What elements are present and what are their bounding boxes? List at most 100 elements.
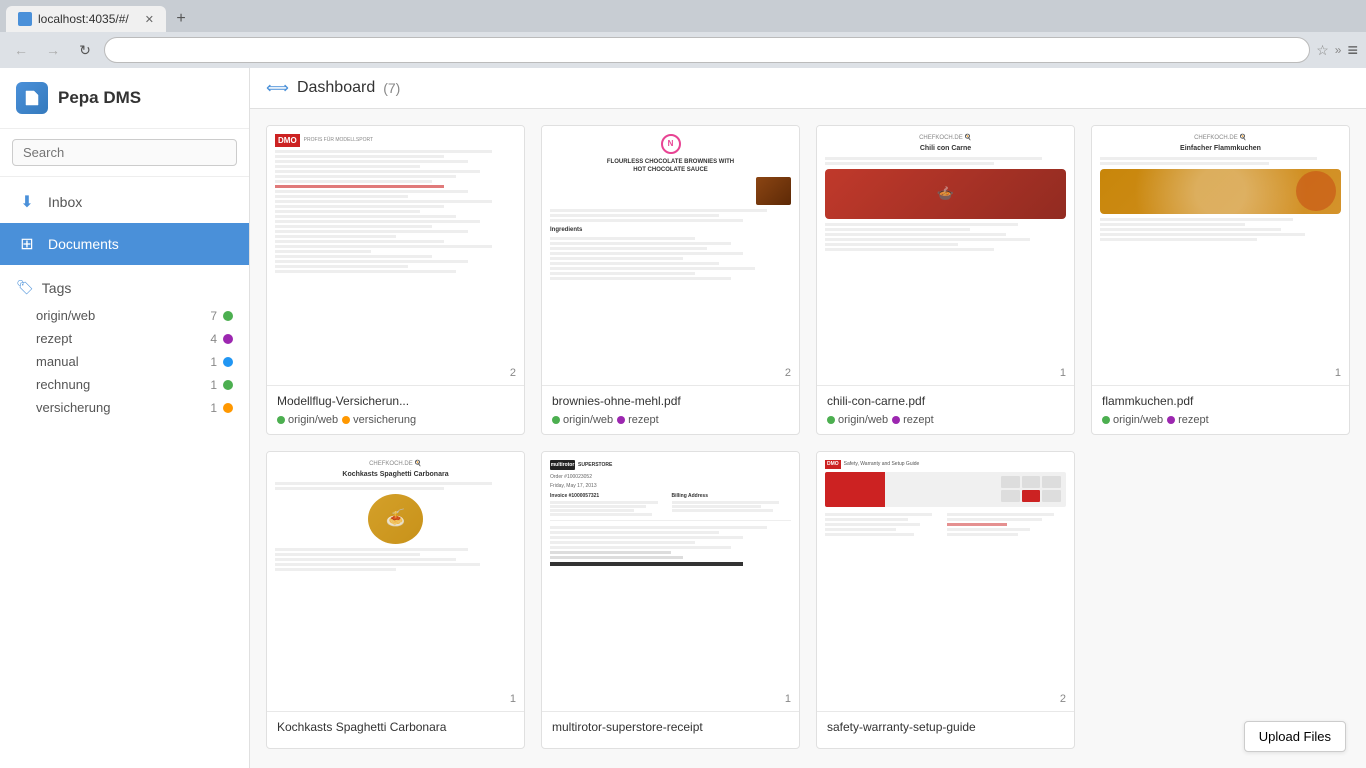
doc-tag-rezept: rezept — [892, 414, 934, 426]
page-count-chili: 1 — [1060, 367, 1066, 379]
tag-dot-origin-web — [223, 311, 233, 321]
tag-label: origin/web — [288, 414, 338, 426]
doc-info-brownies: brownies-ohne-mehl.pdf origin/web rezept — [542, 386, 799, 434]
doc-tag-versicherung: versicherung — [342, 414, 416, 426]
doc-thumbnail-brownies: N FLOURLESS CHOCOLATE BROWNIES WITHHOT C… — [542, 126, 799, 386]
sidebar-search-area — [0, 129, 249, 177]
tab-favicon — [18, 12, 32, 26]
doc-card-flammkuchen[interactable]: CHEFKOCH.DE 🍳 Einfacher Flammkuchen — [1091, 125, 1350, 435]
tag-name-manual: manual — [36, 354, 210, 369]
tag-count-rezept: 4 — [210, 332, 217, 346]
app-logo: Pepa DMS — [0, 68, 249, 129]
doc-card-receipt[interactable]: multirotor SUPERSTORE Order #100023052 F… — [541, 451, 800, 749]
tag-label: rezept — [628, 414, 659, 426]
doc-tags-brownies: origin/web rezept — [552, 414, 789, 426]
sidebar: Pepa DMS ⬇ Inbox ⊞ Documents 🏷 Tags orig… — [0, 68, 250, 768]
doc-thumbnail-modellflug: DMO PROFIS FÜR MODELLSPORT — [267, 126, 524, 386]
main-count: (7) — [383, 80, 400, 96]
new-tab-button[interactable]: + — [170, 8, 192, 30]
doc-tag-originweb: origin/web — [827, 414, 888, 426]
tag-dot-versicherung — [223, 403, 233, 413]
bookmark-icon[interactable]: ☆ — [1316, 42, 1329, 59]
forward-button[interactable]: → — [40, 37, 66, 63]
tag-label: rezept — [903, 414, 934, 426]
dashboard-icon: ⟺ — [266, 78, 289, 98]
doc-tags-flammkuchen: origin/web rezept — [1102, 414, 1339, 426]
upload-files-button[interactable]: Upload Files — [1244, 721, 1346, 752]
url-bar[interactable]: localhost:4035/#/ — [104, 37, 1310, 63]
doc-tag-originweb: origin/web — [277, 414, 338, 426]
tag-dot — [892, 416, 900, 424]
app-container: Pepa DMS ⬇ Inbox ⊞ Documents 🏷 Tags orig… — [0, 68, 1366, 768]
doc-card-spaghetti[interactable]: CHEFKOCH.DE 🍳 Kochkasts Spaghetti Carbon… — [266, 451, 525, 749]
search-input[interactable] — [12, 139, 237, 166]
tag-item-rezept[interactable]: rezept 4 — [16, 327, 233, 350]
doc-name-modellflug: Modellflug-Versicherun... — [277, 394, 514, 408]
tag-dot — [342, 416, 350, 424]
tag-dot-manual — [223, 357, 233, 367]
tag-name-rechnung: rechnung — [36, 377, 210, 392]
back-button[interactable]: ← — [8, 37, 34, 63]
doc-name-chili: chili-con-carne.pdf — [827, 394, 1064, 408]
browser-tab[interactable]: localhost:4035/#/ ✕ — [6, 6, 166, 32]
tag-name-origin-web: origin/web — [36, 308, 210, 323]
tag-count-origin-web: 7 — [210, 309, 217, 323]
tags-section: 🏷 Tags origin/web 7 rezept 4 manual 1 re… — [0, 269, 249, 429]
tag-name-rezept: rezept — [36, 331, 210, 346]
tag-count-manual: 1 — [210, 355, 217, 369]
doc-info-receipt: multirotor-superstore-receipt — [542, 712, 799, 748]
logo-icon — [16, 82, 48, 114]
reload-button[interactable]: ↻ — [72, 37, 98, 63]
tag-label: origin/web — [838, 414, 888, 426]
documents-icon: ⊞ — [16, 233, 38, 255]
tag-label: rezept — [1178, 414, 1209, 426]
tag-item-origin-web[interactable]: origin/web 7 — [16, 304, 233, 327]
main-title: Dashboard — [297, 79, 375, 97]
doc-card-modellflug[interactable]: DMO PROFIS FÜR MODELLSPORT — [266, 125, 525, 435]
doc-tags-modellflug: origin/web versicherung — [277, 414, 514, 426]
browser-toolbar: ← → ↻ localhost:4035/#/ ☆ » ≡ — [0, 32, 1366, 68]
tags-label: Tags — [42, 280, 72, 296]
tag-dot — [827, 416, 835, 424]
inbox-label: Inbox — [48, 194, 82, 210]
tag-item-manual[interactable]: manual 1 — [16, 350, 233, 373]
inbox-icon: ⬇ — [16, 191, 38, 213]
tag-dot — [552, 416, 560, 424]
document-grid: DMO PROFIS FÜR MODELLSPORT — [250, 109, 1366, 768]
page-count-spaghetti: 1 — [510, 693, 516, 705]
doc-name-flammkuchen: flammkuchen.pdf — [1102, 394, 1339, 408]
tag-dot-rezept — [223, 334, 233, 344]
doc-card-brownies[interactable]: N FLOURLESS CHOCOLATE BROWNIES WITHHOT C… — [541, 125, 800, 435]
doc-tag-originweb: origin/web — [552, 414, 613, 426]
tab-title: localhost:4035/#/ — [38, 12, 129, 26]
tag-label: versicherung — [353, 414, 416, 426]
browser-tab-bar: localhost:4035/#/ ✕ + — [0, 0, 1366, 32]
tag-dot-rechnung — [223, 380, 233, 390]
doc-card-chili[interactable]: CHEFKOCH.DE 🍳 Chili con Carne 🍲 — [816, 125, 1075, 435]
tag-item-versicherung[interactable]: versicherung 1 — [16, 396, 233, 419]
doc-info-spaghetti: Kochkasts Spaghetti Carbonara — [267, 712, 524, 748]
doc-thumbnail-flammkuchen: CHEFKOCH.DE 🍳 Einfacher Flammkuchen — [1092, 126, 1349, 386]
doc-thumbnail-receipt: multirotor SUPERSTORE Order #100023052 F… — [542, 452, 799, 712]
tag-dot — [1167, 416, 1175, 424]
extensions-icon[interactable]: » — [1335, 43, 1342, 57]
page-count-flammkuchen: 1 — [1335, 367, 1341, 379]
menu-icon[interactable]: ≡ — [1347, 40, 1358, 61]
tag-item-rechnung[interactable]: rechnung 1 — [16, 373, 233, 396]
doc-info-manual: safety-warranty-setup-guide — [817, 712, 1074, 748]
tag-icon: 🏷 — [16, 279, 34, 296]
browser-chrome: localhost:4035/#/ ✕ + ← → ↻ localhost:40… — [0, 0, 1366, 68]
doc-tag-rezept: rezept — [1167, 414, 1209, 426]
tag-dot — [617, 416, 625, 424]
tags-header[interactable]: 🏷 Tags — [16, 279, 233, 296]
doc-card-manual[interactable]: DMO Safety, Warranty and Setup Guide — [816, 451, 1075, 749]
doc-tags-chili: origin/web rezept — [827, 414, 1064, 426]
tab-close-button[interactable]: ✕ — [145, 13, 154, 26]
sidebar-item-documents[interactable]: ⊞ Documents — [0, 223, 249, 265]
tag-dot — [277, 416, 285, 424]
sidebar-item-inbox[interactable]: ⬇ Inbox — [0, 181, 249, 223]
tag-count-rechnung: 1 — [210, 378, 217, 392]
doc-name-manual: safety-warranty-setup-guide — [827, 720, 1064, 734]
sidebar-nav: ⬇ Inbox ⊞ Documents — [0, 177, 249, 269]
main-content: ⟺ Dashboard (7) DMO PROFIS FÜR MODELLSPO… — [250, 68, 1366, 768]
